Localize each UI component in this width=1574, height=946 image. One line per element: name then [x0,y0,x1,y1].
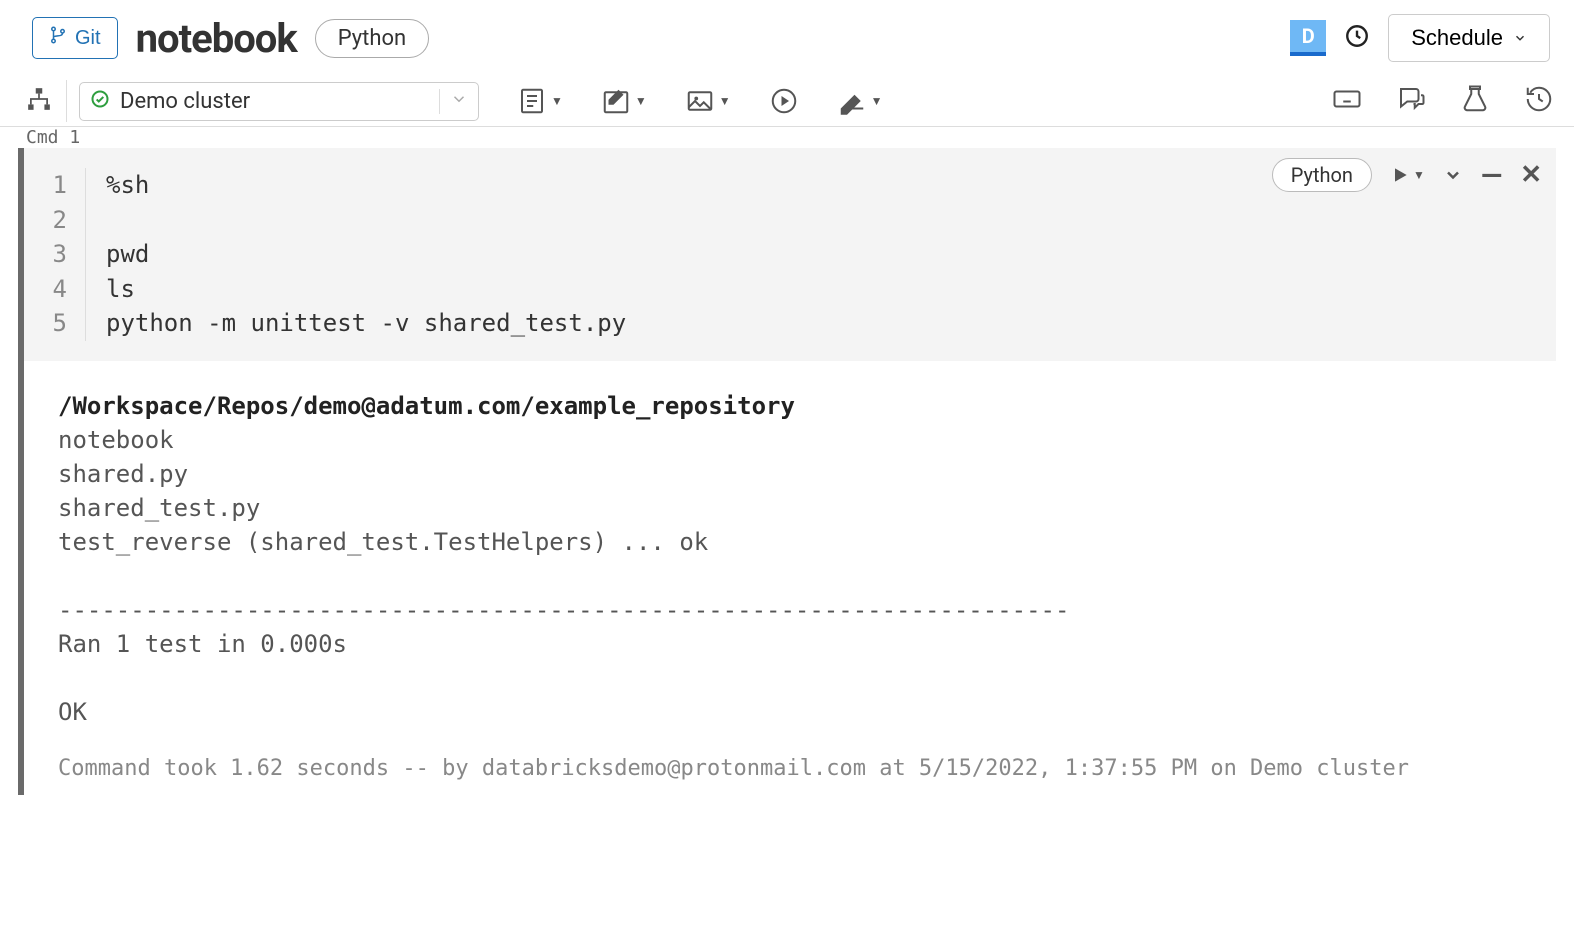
cluster-selector[interactable]: Demo cluster [79,82,479,121]
cmd-label: Cmd 1 [0,127,1574,148]
chevron-down-icon [1513,25,1527,51]
output-line: shared_test.py [58,491,1556,525]
top-bar: Git notebook Python D Schedule [0,0,1574,76]
output-line: notebook [58,423,1556,457]
edit-menu-icon[interactable]: ▼ [601,86,647,116]
line-gutter: 1 2 3 4 5 [24,168,86,341]
git-branch-icon [49,26,67,50]
language-pill[interactable]: Python [315,19,429,58]
output-line: test_reverse (shared_test.TestHelpers) .… [58,525,1556,559]
chevron-down-icon [439,89,468,114]
output-line [58,559,1556,593]
close-icon[interactable]: ✕ [1520,160,1542,190]
output-line: ----------------------------------------… [58,593,1556,627]
hierarchy-icon[interactable] [20,80,67,122]
output-line [58,661,1556,695]
output-line: shared.py [58,457,1556,491]
minimize-icon[interactable]: — [1481,159,1502,192]
chevron-down-icon[interactable] [1443,165,1463,185]
cell-output: /Workspace/Repos/demo@adatum.com/example… [24,361,1556,738]
user-avatar[interactable]: D [1290,20,1326,56]
schedule-button[interactable]: Schedule [1388,14,1550,62]
cell-language-pill[interactable]: Python [1272,158,1372,192]
keyboard-icon[interactable] [1332,84,1362,118]
git-button[interactable]: Git [32,17,118,59]
notebook-title[interactable]: notebook [136,15,297,62]
image-menu-icon[interactable]: ▼ [685,86,731,116]
comments-icon[interactable] [1396,84,1426,118]
output-path: /Workspace/Repos/demo@adatum.com/example… [58,389,1556,423]
output-line: Ran 1 test in 0.000s [58,627,1556,661]
run-cell-icon[interactable]: ▼ [1390,165,1425,185]
clock-icon[interactable] [1344,23,1370,53]
file-menu-icon[interactable]: ▼ [517,86,563,116]
output-line: OK [58,695,1556,729]
code-content: %sh pwd ls python -m unittest -v shared_… [86,168,626,341]
experiments-icon[interactable] [1460,84,1490,118]
history-icon[interactable] [1524,84,1554,118]
cell-toolbar: Python ▼ — ✕ [1272,158,1542,192]
notebook-cell: Python ▼ — ✕ 1 2 3 4 5 %sh pwd ls python… [18,148,1556,795]
cluster-name: Demo cluster [120,89,250,114]
schedule-label: Schedule [1411,25,1503,51]
execution-status: Command took 1.62 seconds -- by databric… [24,738,1556,795]
cluster-status-icon [90,89,110,114]
git-label: Git [75,27,101,50]
toolbar: Demo cluster ▼ ▼ ▼ ▼ [0,76,1574,127]
run-icon[interactable] [769,86,799,116]
clear-menu-icon[interactable]: ▼ [837,86,883,116]
